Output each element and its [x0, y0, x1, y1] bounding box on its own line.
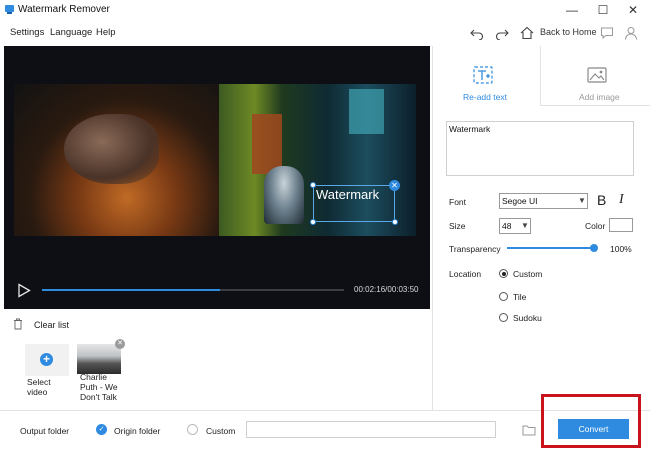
video-scene-door	[252, 114, 282, 174]
clip-name: Charlie Puth - We Don't Talk	[80, 372, 118, 402]
progress-fill	[42, 289, 221, 291]
maximize-button[interactable]: ☐	[590, 0, 616, 20]
resize-handle-bottom-left[interactable]	[310, 219, 316, 225]
output-folder-label: Output folder	[20, 426, 70, 436]
origin-folder-radio[interactable]: ✓	[96, 424, 107, 435]
time-readout: 00:02:16/00:03:50	[354, 285, 419, 294]
text-tool-icon	[473, 66, 493, 84]
custom-folder-radio[interactable]	[187, 424, 198, 435]
resize-handle-bottom-right[interactable]	[392, 219, 398, 225]
chevron-down-icon: ▼	[578, 196, 586, 205]
location-tile-label: Tile	[513, 292, 527, 302]
video-scene-person	[264, 166, 304, 224]
window-title: Watermark Remover	[18, 4, 110, 15]
redo-icon[interactable]	[495, 26, 509, 40]
folder-icon[interactable]	[522, 424, 536, 436]
custom-folder-label: Custom	[206, 426, 236, 436]
feedback-icon[interactable]	[600, 26, 614, 40]
close-window-button[interactable]: ✕	[620, 0, 646, 20]
select-video-label: Select video	[27, 377, 51, 397]
video-scene-hand	[64, 114, 159, 184]
remove-clip-icon[interactable]: ✕	[115, 339, 125, 349]
size-select-value: 48	[502, 221, 512, 231]
bold-button[interactable]: B	[597, 192, 606, 208]
trash-icon[interactable]	[13, 318, 23, 330]
watermark-text-value: Watermark	[449, 124, 491, 134]
remove-watermark-icon[interactable]: ✕	[389, 180, 400, 191]
location-custom-radio[interactable]	[499, 269, 508, 278]
menu-language[interactable]: Language	[50, 27, 92, 38]
transparency-label: Transparency	[449, 244, 501, 254]
clip-thumbnail[interactable]	[77, 344, 121, 374]
highlight-annotation	[541, 394, 641, 448]
color-label: Color	[585, 221, 606, 231]
italic-button[interactable]: I	[619, 192, 624, 208]
location-label: Location	[449, 269, 482, 279]
play-icon[interactable]	[17, 283, 31, 298]
transparency-value: 100%	[610, 244, 632, 254]
tab-add-image-label: Add image	[579, 92, 620, 102]
transparency-slider-knob[interactable]	[590, 244, 598, 252]
video-scene-light	[349, 89, 384, 134]
clear-list-button[interactable]: Clear list	[34, 320, 69, 330]
resize-handle-top-left[interactable]	[310, 182, 316, 188]
font-select-value: Segoe UI	[502, 196, 538, 206]
back-to-home-link[interactable]: Back to Home	[540, 27, 597, 37]
undo-icon[interactable]	[470, 26, 484, 40]
origin-folder-label: Origin folder	[114, 426, 161, 436]
font-label: Font	[449, 197, 467, 207]
menu-settings[interactable]: Settings	[10, 27, 44, 38]
tab-re-add-text-label: Re-add text	[463, 92, 507, 102]
user-account-icon[interactable]	[624, 26, 638, 40]
output-path-input[interactable]	[246, 421, 496, 438]
location-sudoku-label: Sudoku	[513, 313, 542, 323]
add-video-icon[interactable]: +	[40, 353, 53, 366]
minimize-button[interactable]: —	[559, 0, 585, 20]
transparency-slider-fill	[507, 247, 594, 249]
menu-help[interactable]: Help	[96, 27, 116, 38]
chevron-down-icon: ▼	[521, 221, 529, 230]
location-tile-radio[interactable]	[499, 292, 508, 301]
app-logo-icon	[5, 5, 14, 14]
watermark-text-overlay[interactable]: Watermark	[316, 187, 379, 202]
location-custom-label: Custom	[513, 269, 543, 279]
location-sudoku-radio[interactable]	[499, 313, 508, 322]
image-icon	[587, 67, 607, 83]
size-label: Size	[449, 221, 466, 231]
home-icon[interactable]	[520, 26, 534, 40]
color-swatch[interactable]	[609, 218, 633, 232]
